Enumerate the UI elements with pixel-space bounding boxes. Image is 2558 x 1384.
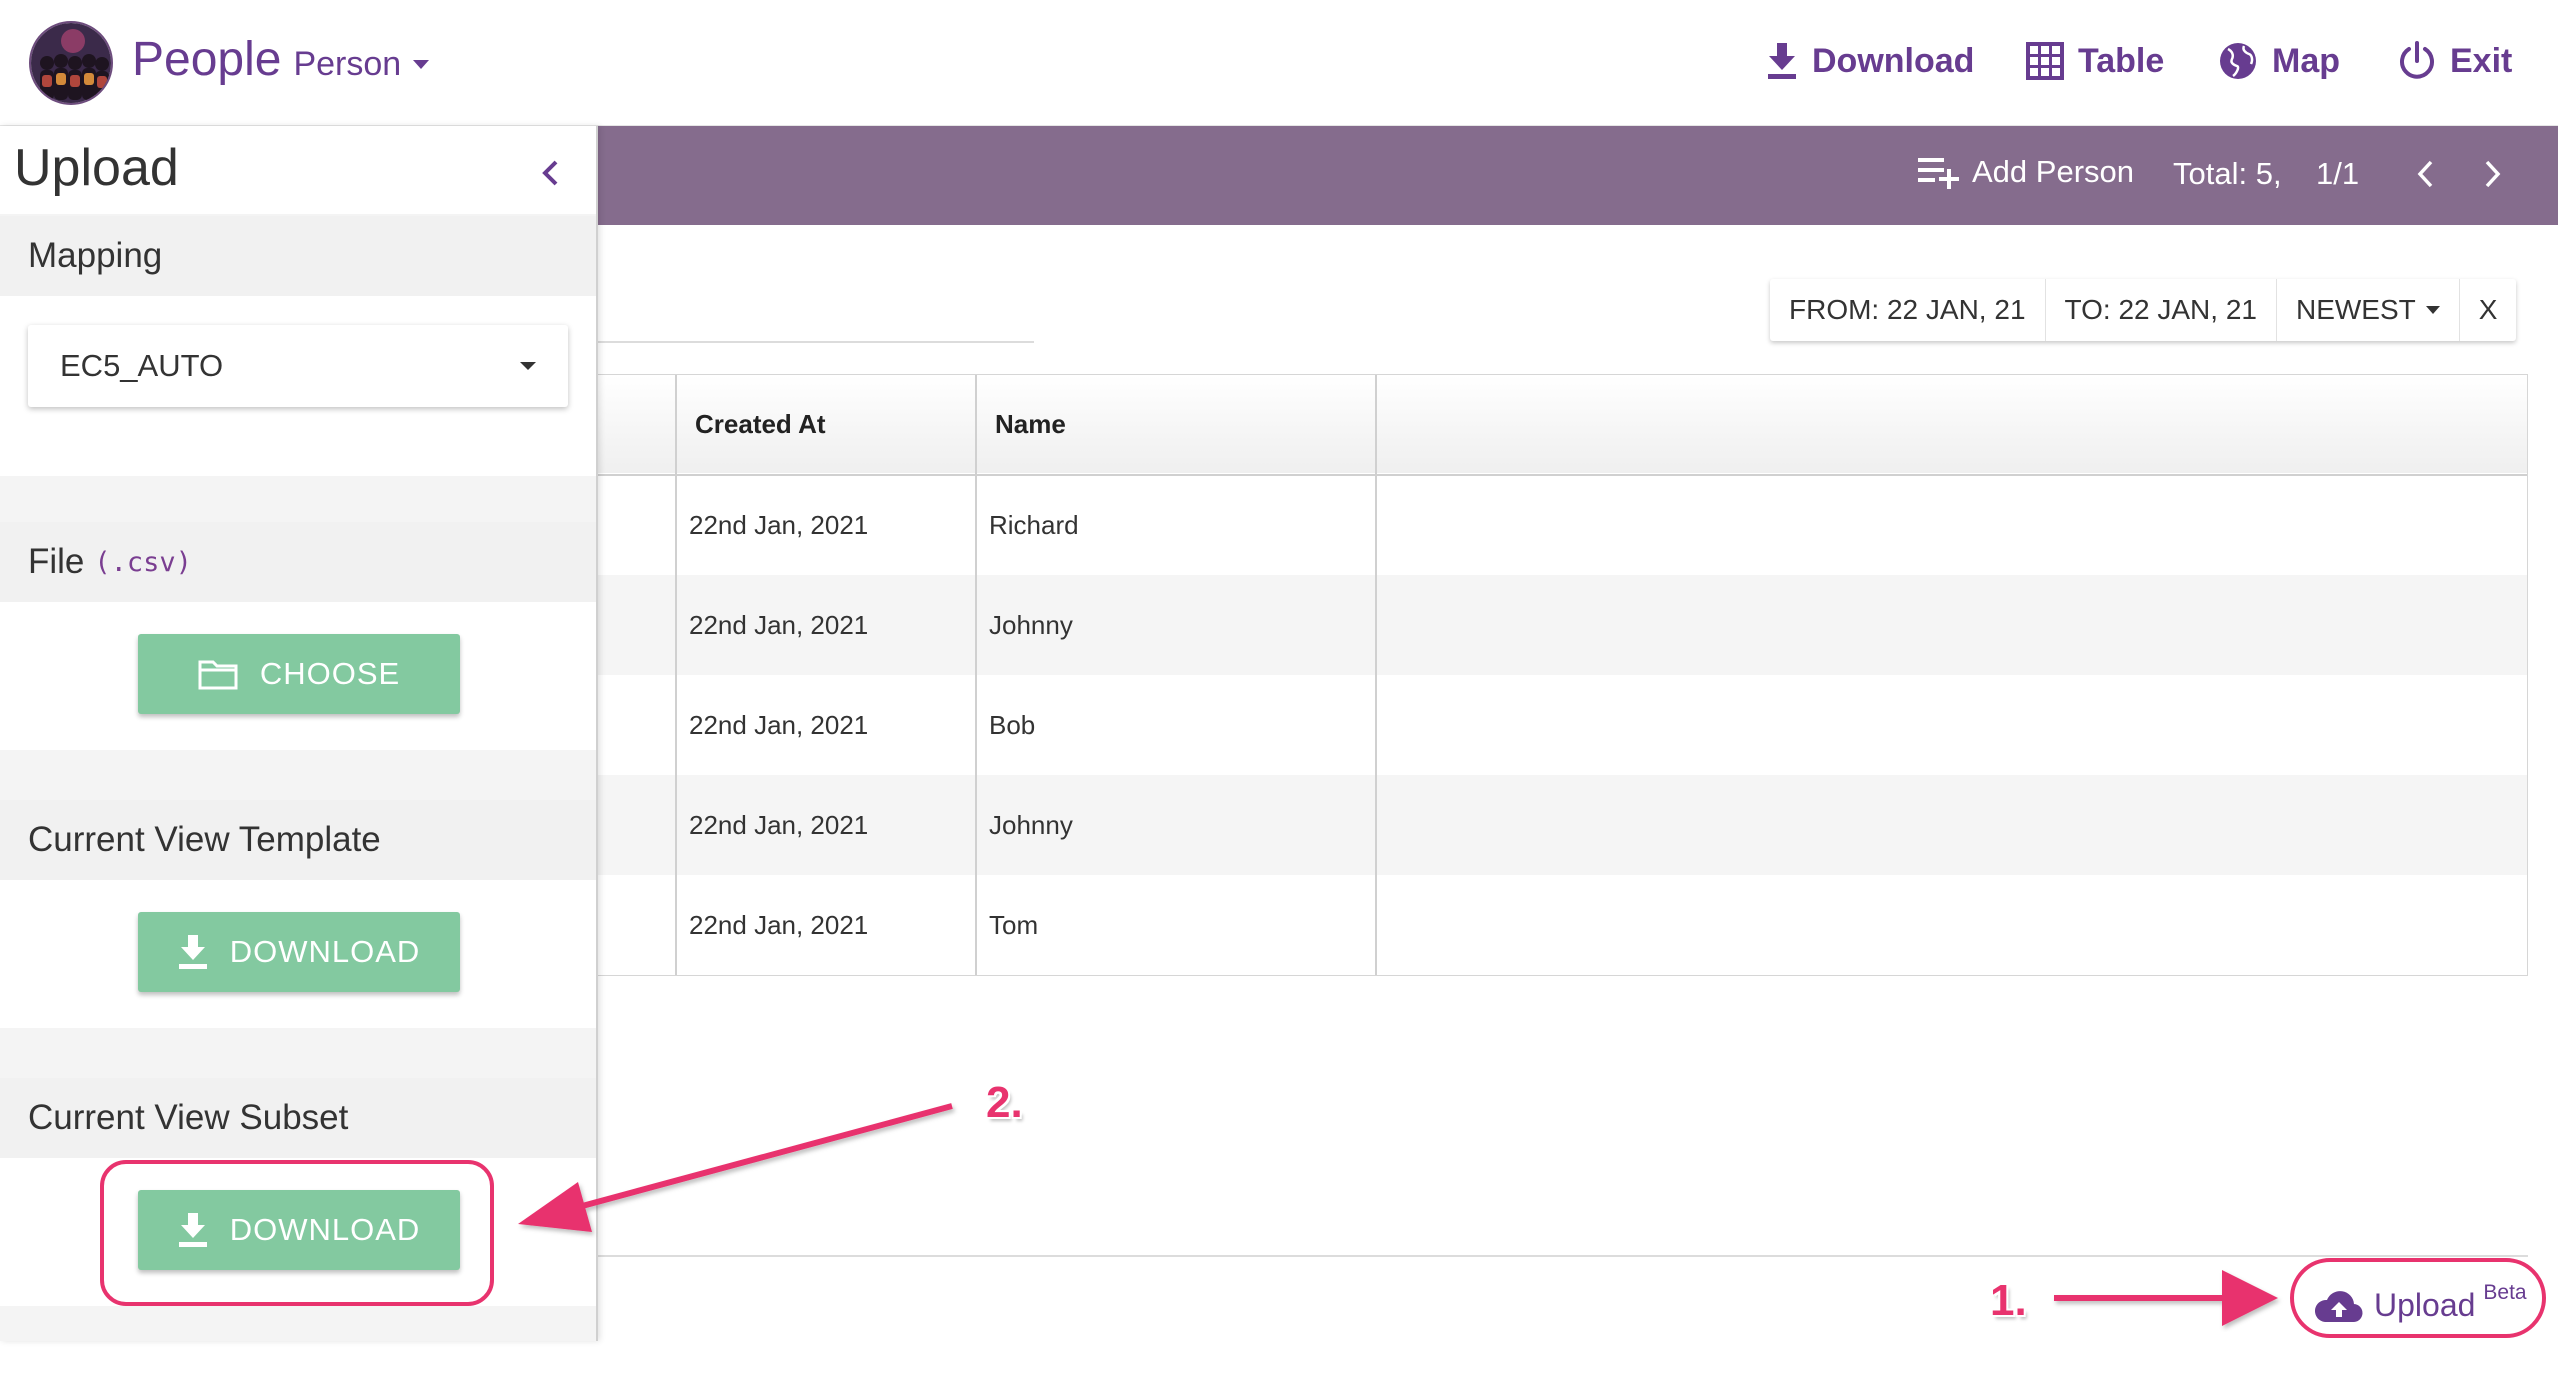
annotation-arrows: [518, 1103, 2278, 1326]
annotation-step-2: 2.: [986, 1078, 1023, 1127]
arrow-step-2: [518, 1103, 953, 1232]
app-root: People Person Download Table Map Exit Ad…: [0, 0, 2558, 1384]
annotation-step-1: 1.: [1990, 1276, 2027, 1325]
arrow-step-1: [2054, 1270, 2278, 1326]
